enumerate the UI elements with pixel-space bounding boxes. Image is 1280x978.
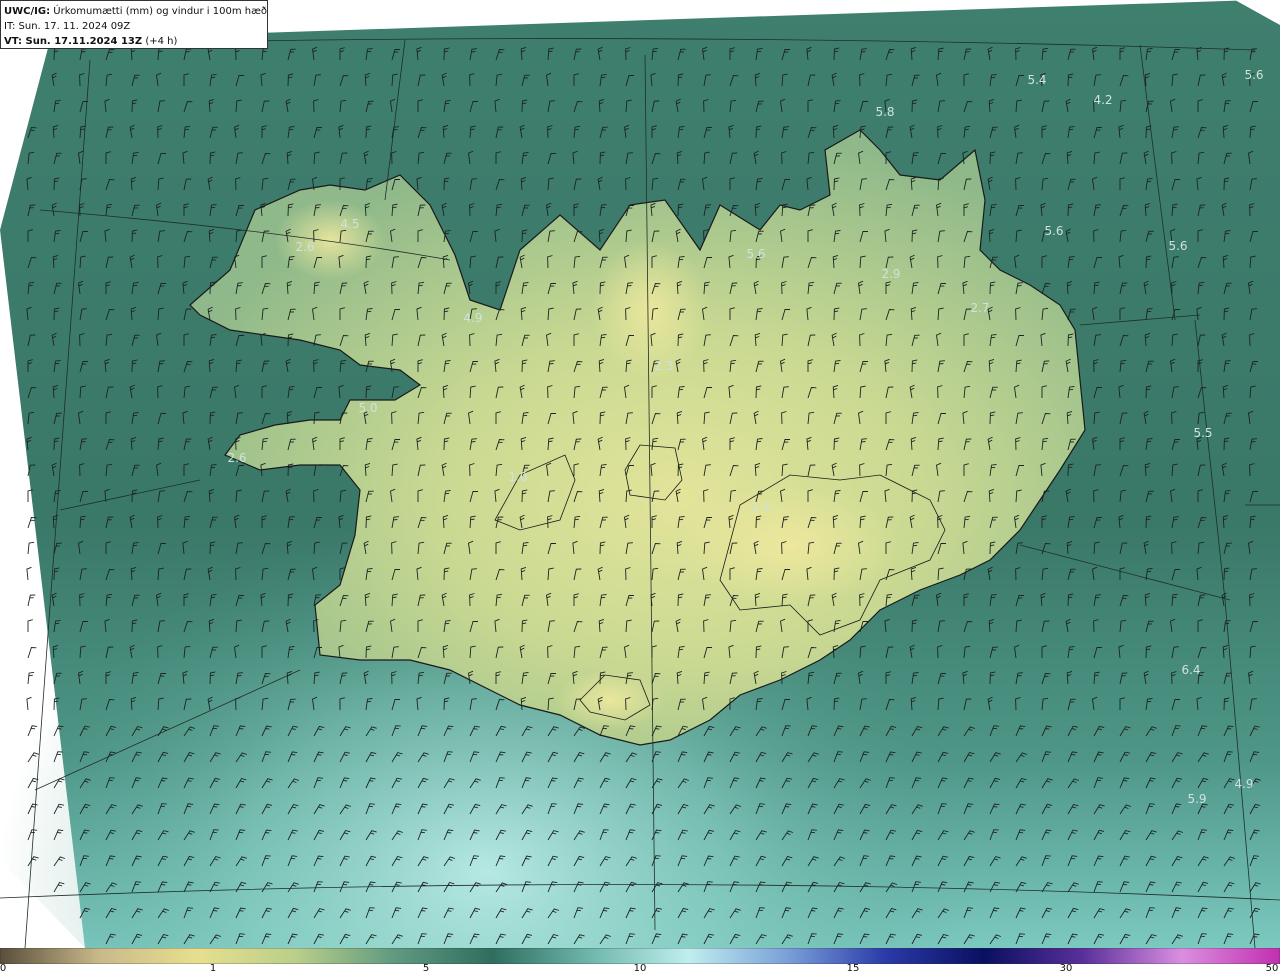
vatnajokull-glow: [680, 485, 900, 605]
precip-value-label: 1.4: [751, 500, 771, 514]
colorbar-tick-label: 10: [633, 963, 647, 974]
valid-time-line: VT: Sun. 17.11.2024 13Z (+4 h): [4, 34, 264, 49]
north-highland-glow: [590, 240, 710, 380]
colorbar-tick-label: 5: [422, 963, 430, 974]
colorbar-ticks: 0 1 5 10 15 30 50: [0, 963, 1280, 978]
precip-value-label: 6.4: [1181, 663, 1201, 677]
precip-value-label: 2.6: [295, 240, 315, 254]
precip-value-label: 4.5: [340, 217, 360, 231]
westfjords-glow: [275, 200, 385, 280]
precip-value-label: 5.6: [1244, 68, 1264, 82]
map-title: Úrkomumætti (mm) og vindur i 100m hæð: [53, 6, 268, 17]
precip-value-label: 5.5: [1193, 426, 1213, 440]
map-view[interactable]: 5.4 4.2 5.6 5.8 4.5 2.6 5.6 2.9 5.6 5.6 2.7 4.9 2.3 5…: [0, 0, 1280, 948]
precip-value-label: 1.0: [508, 470, 528, 484]
title-line: UWC/IG: Úrkomumætti (mm) og vindur i 100…: [4, 4, 268, 19]
colorbar-tick-label: 1: [209, 963, 217, 974]
precip-value-label: 4.2: [1093, 93, 1113, 107]
precip-value-label: 2.9: [881, 267, 901, 281]
colorbar-tick-label: 50: [1265, 963, 1279, 974]
precip-value-label: 4.9: [463, 311, 483, 325]
precip-value-label: 4.9: [1234, 777, 1254, 791]
colorbar: [0, 948, 1280, 964]
precip-value-label: 5.8: [875, 105, 895, 119]
valid-offset: (+4 h): [145, 36, 178, 47]
south-glacier-glow: [555, 670, 665, 730]
precip-value-label: 2.3: [654, 359, 674, 373]
precip-value-label: 2.7: [970, 301, 990, 315]
precip-value-label: 5.4: [1027, 73, 1047, 87]
precip-value-label: 5.0: [358, 401, 378, 415]
colorbar-tick-label: 30: [1059, 963, 1073, 974]
precip-value-label: 5.6: [1168, 239, 1188, 253]
issue-time-label: IT:: [4, 21, 16, 32]
precip-value-label: 5.6: [746, 247, 766, 261]
valid-time: VT: Sun. 17.11.2024 13Z: [4, 36, 143, 47]
precipitation-map: [0, 0, 1280, 948]
issue-time: Sun. 17. 11. 2024 09Z: [18, 21, 131, 32]
colorbar-tick-label: 15: [846, 963, 860, 974]
map-header: UWC/IG: Úrkomumætti (mm) og vindur i 100…: [0, 0, 268, 49]
precip-value-label: 5.6: [1044, 224, 1064, 238]
precip-value-label: 2.6: [227, 451, 247, 465]
issue-time-line: IT: Sun. 17. 11. 2024 09Z: [4, 19, 264, 34]
colorbar-gradient: [0, 948, 1280, 964]
colorbar-tick-label: 0: [0, 963, 7, 974]
product-code: UWC/IG:: [4, 6, 51, 17]
precip-value-label: 5.9: [1187, 792, 1207, 806]
